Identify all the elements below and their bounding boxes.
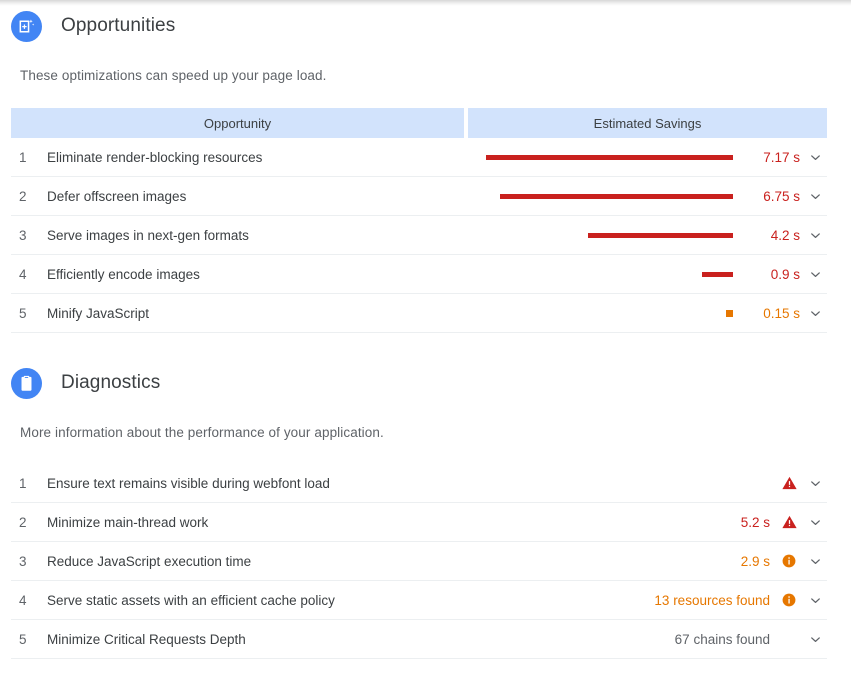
- table-row[interactable]: 3 Reduce JavaScript execution time 2.9 s: [11, 542, 827, 581]
- chevron-down-icon[interactable]: [803, 306, 827, 321]
- clipboard-icon: [11, 367, 42, 399]
- row-index: 2: [19, 514, 27, 530]
- info-circle-icon: [778, 593, 800, 607]
- diagnostic-value: 5.2 s: [740, 514, 770, 530]
- row-index: 5: [19, 305, 27, 321]
- savings-bar: [500, 193, 733, 199]
- page-add-icon: [11, 10, 42, 42]
- table-row[interactable]: 2 Minimize main-thread work 5.2 s: [11, 503, 827, 542]
- opportunity-label: Eliminate render-blocking resources: [47, 149, 263, 165]
- table-row[interactable]: 2 Defer offscreen images 6.75 s: [11, 177, 827, 216]
- row-right-group: 0.15 s: [475, 294, 827, 332]
- column-header-estimated-savings: Estimated Savings: [468, 108, 827, 138]
- opportunities-row-list: 1 Eliminate render-blocking resources 7.17…: [11, 138, 827, 333]
- diagnostic-value: 2.9 s: [740, 553, 770, 569]
- diagnostic-value: 67 chains found: [674, 631, 770, 647]
- savings-bar-wrap: [475, 138, 733, 176]
- diagnostic-label: Ensure text remains visible during webfo…: [47, 475, 330, 491]
- savings-bar: [486, 154, 733, 160]
- savings-value: 7.17 s: [763, 149, 800, 165]
- row-index: 1: [19, 149, 27, 165]
- warning-triangle-icon: [778, 476, 800, 490]
- diagnostics-header: Diagnostics: [0, 363, 851, 403]
- warning-triangle-icon: [778, 515, 800, 529]
- savings-value: 0.15 s: [763, 305, 800, 321]
- savings-bar-wrap: [475, 177, 733, 215]
- row-right-group: 0.9 s: [475, 255, 827, 293]
- column-header-opportunity: Opportunity: [11, 108, 464, 138]
- chevron-down-icon[interactable]: [803, 267, 827, 282]
- opportunity-label: Minify JavaScript: [47, 305, 150, 321]
- row-index: 4: [19, 266, 27, 282]
- opportunities-title: Opportunities: [61, 15, 176, 36]
- chevron-down-icon[interactable]: [803, 593, 827, 608]
- savings-bar-wrap: [475, 216, 733, 254]
- opportunity-label: Efficiently encode images: [47, 266, 200, 282]
- savings-bar: [588, 232, 733, 238]
- chevron-down-icon[interactable]: [803, 515, 827, 530]
- opportunities-header: Opportunities: [0, 6, 851, 46]
- savings-value: 6.75 s: [763, 188, 800, 204]
- row-index: 4: [19, 592, 27, 608]
- table-row[interactable]: 3 Serve images in next-gen formats 4.2 s: [11, 216, 827, 255]
- savings-value: 4.2 s: [770, 227, 800, 243]
- savings-bar: [702, 271, 733, 277]
- diagnostic-label: Reduce JavaScript execution time: [47, 553, 252, 569]
- diagnostics-title: Diagnostics: [61, 372, 161, 393]
- opportunities-table-header: Opportunity Estimated Savings: [11, 108, 827, 138]
- savings-value: 0.9 s: [770, 266, 800, 282]
- diagnostics-description: More information about the performance o…: [20, 425, 384, 440]
- row-index: 3: [19, 227, 27, 243]
- row-right-group: 6.75 s: [475, 177, 827, 215]
- chevron-down-icon[interactable]: [803, 150, 827, 165]
- savings-bar-wrap: [475, 294, 733, 332]
- opportunities-description: These optimizations can speed up your pa…: [20, 68, 327, 83]
- row-right-group: 67 chains found: [675, 620, 827, 658]
- info-circle-icon: [778, 554, 800, 568]
- row-index: 3: [19, 553, 27, 569]
- chevron-down-icon[interactable]: [803, 632, 827, 647]
- chevron-down-icon[interactable]: [803, 228, 827, 243]
- diagnostics-section: Diagnostics More information about the p…: [0, 363, 851, 659]
- chevron-down-icon[interactable]: [803, 476, 827, 491]
- opportunities-section: Opportunities These optimizations can sp…: [0, 6, 851, 333]
- row-right-group: 5.2 s: [741, 503, 827, 541]
- diagnostic-label: Minimize main-thread work: [47, 514, 209, 530]
- table-row[interactable]: 5 Minimize Critical Requests Depth 67 chai…: [11, 620, 827, 659]
- row-right-group: 7.17 s: [475, 138, 827, 176]
- chevron-down-icon[interactable]: [803, 189, 827, 204]
- row-index: 2: [19, 188, 27, 204]
- table-row[interactable]: 1 Eliminate render-blocking resources 7.17…: [11, 138, 827, 177]
- opportunity-label: Serve images in next-gen formats: [47, 227, 249, 243]
- diagnostics-row-list: 1 Ensure text remains visible during webf…: [11, 464, 827, 659]
- row-right-group: 2.9 s: [741, 542, 827, 580]
- table-row[interactable]: 5 Minify JavaScript 0.15 s: [11, 294, 827, 333]
- row-right-group: 4.2 s: [475, 216, 827, 254]
- table-row[interactable]: 4 Serve static assets with an efficient c…: [11, 581, 827, 620]
- diagnostics-table: 1 Ensure text remains visible during webf…: [0, 464, 838, 659]
- diagnostic-label: Serve static assets with an efficient ca…: [47, 592, 335, 608]
- chevron-down-icon[interactable]: [803, 554, 827, 569]
- row-right-group: [770, 464, 827, 502]
- table-row[interactable]: 1 Ensure text remains visible during webf…: [11, 464, 827, 503]
- row-index: 1: [19, 475, 27, 491]
- savings-bar-wrap: [475, 255, 733, 293]
- diagnostic-value: 13 resources found: [654, 592, 770, 608]
- diagnostic-label: Minimize Critical Requests Depth: [47, 631, 246, 647]
- row-index: 5: [19, 631, 27, 647]
- row-right-group: 13 resources found: [654, 581, 827, 619]
- opportunities-table: Opportunity Estimated Savings 1 Eliminate…: [0, 108, 838, 333]
- lighthouse-report-page: Opportunities These optimizations can sp…: [0, 6, 851, 659]
- savings-marker: [726, 309, 733, 317]
- table-row[interactable]: 4 Efficiently encode images 0.9 s: [11, 255, 827, 294]
- opportunity-label: Defer offscreen images: [47, 188, 187, 204]
